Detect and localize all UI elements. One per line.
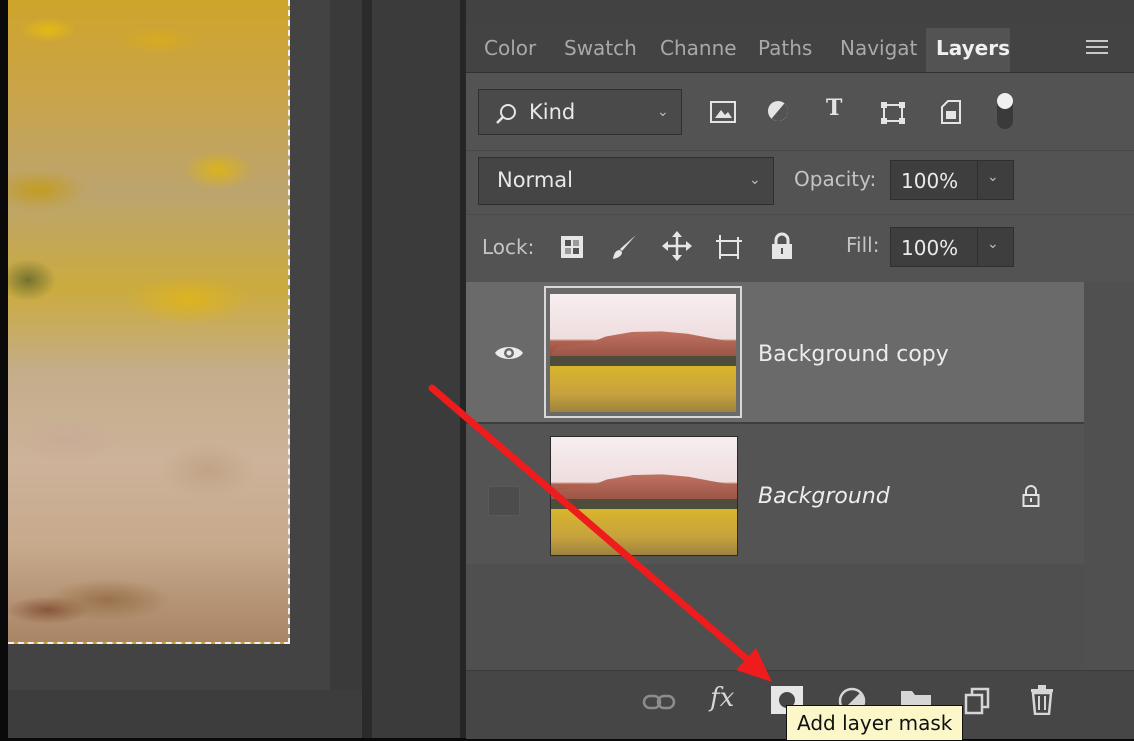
field-divider <box>977 227 978 267</box>
lock-position-icon[interactable] <box>662 231 692 261</box>
link-layers-icon[interactable] <box>642 693 676 711</box>
lock-pixels-icon[interactable] <box>610 233 638 261</box>
tab-paths[interactable]: Paths <box>758 36 812 60</box>
layer-name[interactable]: Background <box>758 484 890 509</box>
layer-row-background[interactable]: Background <box>466 424 1084 564</box>
layers-scrollbar[interactable] <box>1084 282 1134 670</box>
tab-channels[interactable]: Channe <box>660 36 737 60</box>
canvas-scroll-gutter <box>330 0 362 690</box>
adjustment-filter-icon[interactable] <box>766 99 790 123</box>
pixel-filter-icon[interactable] <box>710 101 736 123</box>
filter-toggle-icon[interactable] <box>994 91 1016 131</box>
tab-color[interactable]: Color <box>484 36 536 60</box>
search-icon <box>496 104 516 124</box>
trash-icon[interactable] <box>1030 685 1054 715</box>
canvas-status-strip <box>8 690 362 738</box>
opacity-value: 100% <box>901 169 959 193</box>
layers-bottom-toolbar: fx Add layer mask <box>466 670 1134 741</box>
document-image-selection[interactable] <box>8 0 290 644</box>
blend-options-row: Normal ⌄ Opacity: 100% ⌄ <box>466 150 1134 215</box>
lock-label: Lock: <box>482 235 535 259</box>
blend-mode-value: Normal <box>497 168 573 192</box>
fill-field[interactable]: 100% ⌄ <box>890 227 1014 267</box>
field-divider <box>977 160 978 200</box>
lock-icon[interactable] <box>1022 484 1040 508</box>
blend-mode-dropdown[interactable]: Normal ⌄ <box>478 157 774 205</box>
layers-list: Background copy Background <box>466 282 1084 670</box>
tab-navigator[interactable]: Navigat <box>840 36 920 60</box>
lock-options-row: Lock: Fill: 100% ⌄ <box>466 214 1134 279</box>
lock-artboard-icon[interactable] <box>714 233 744 261</box>
fill-value: 100% <box>901 236 959 260</box>
lock-transparent-icon[interactable] <box>560 235 584 259</box>
shape-filter-icon[interactable] <box>880 101 906 125</box>
tab-swatches[interactable]: Swatch <box>564 36 637 60</box>
layer-row-background-copy[interactable]: Background copy <box>466 282 1084 422</box>
chevron-down-icon: ⌄ <box>749 172 761 188</box>
panel-header-strip <box>466 0 1134 24</box>
fill-label: Fill: <box>846 233 880 257</box>
layer-thumbnail[interactable] <box>550 294 736 412</box>
tab-layers[interactable]: Layers <box>936 36 1010 60</box>
filter-kind-label: Kind <box>529 100 576 124</box>
opacity-field[interactable]: 100% ⌄ <box>890 160 1014 200</box>
layer-filter-row: Kind ⌄ T <box>466 73 1134 153</box>
new-layer-icon[interactable] <box>964 687 990 715</box>
panel-menu-icon[interactable] <box>1086 40 1108 56</box>
type-filter-icon[interactable]: T <box>826 95 842 121</box>
visibility-toggle-box[interactable] <box>488 486 520 516</box>
fx-icon[interactable]: fx <box>710 683 734 713</box>
opacity-label: Opacity: <box>794 167 877 191</box>
layers-panel: Color Swatch Channe Paths Navigat Layers… <box>466 0 1134 741</box>
collapsed-panel-column <box>372 0 460 738</box>
chevron-down-icon[interactable]: ⌄ <box>987 236 999 252</box>
add-layer-mask-tooltip: Add layer mask <box>786 705 964 741</box>
chevron-down-icon: ⌄ <box>657 104 669 120</box>
smart-object-filter-icon[interactable] <box>940 99 962 125</box>
layer-thumbnail[interactable] <box>550 436 738 556</box>
eye-visibility-icon[interactable] <box>494 344 524 362</box>
lock-all-icon[interactable] <box>770 231 794 261</box>
chevron-down-icon[interactable]: ⌄ <box>987 169 999 185</box>
filter-kind-dropdown[interactable]: Kind ⌄ <box>478 89 682 135</box>
panel-divider <box>362 0 372 738</box>
panel-tabs: Color Swatch Channe Paths Navigat Layers <box>466 24 1134 73</box>
layer-name[interactable]: Background copy <box>758 342 949 367</box>
